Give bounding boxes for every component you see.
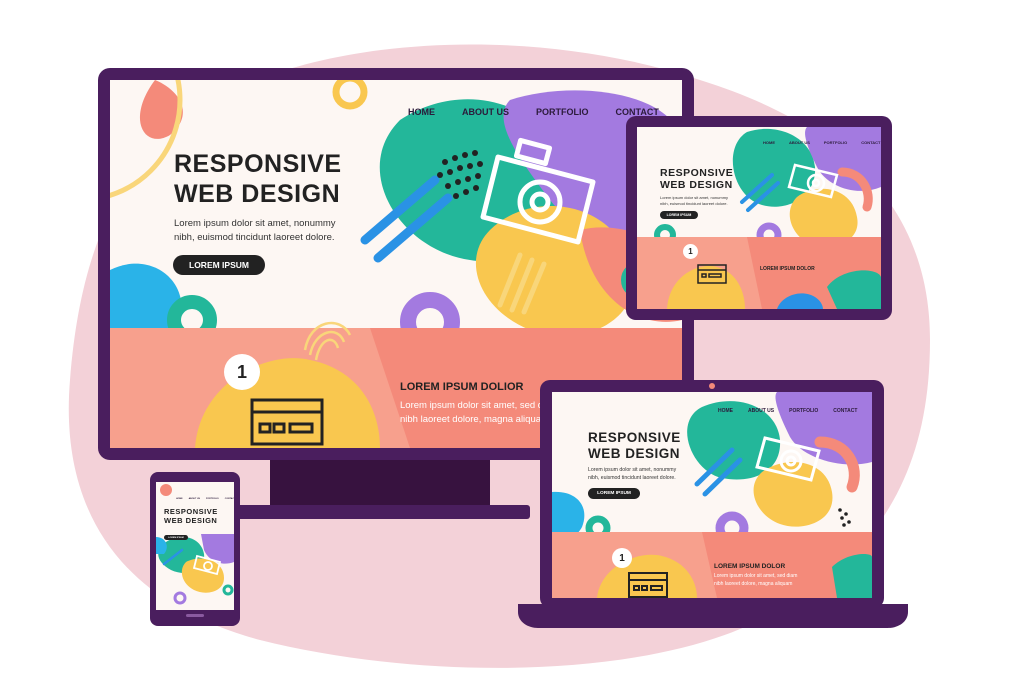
monitor-stand: [230, 455, 530, 519]
phone-hero-title-line2: WEB DESIGN: [164, 515, 218, 525]
laptop-base: [518, 604, 908, 628]
hero-title-line2: WEB DESIGN: [174, 179, 341, 208]
nav-about[interactable]: ABOUT US: [462, 107, 509, 117]
laptop-cta-button[interactable]: LOREM IPSUM: [588, 488, 640, 499]
tablet-hero-body-line1: Lorem ipsum dolor sit amet, nonummy: [660, 195, 729, 200]
phone-home-bar: [186, 614, 204, 617]
phone-nav-portfolio[interactable]: PORTFOLIO: [206, 498, 219, 500]
tablet-hero-title-line1: RESPONSIVE: [660, 167, 734, 179]
feature-text-line2: nibh laoreet dolore, magna aliquam: [400, 414, 549, 426]
phone-nav: HOME ABOUT US PORTFOLIO CONTACT: [176, 498, 234, 500]
laptop-step-badge: 1: [612, 548, 632, 568]
tablet-screen: HOME ABOUT US PORTFOLIO CONTACT RESPONSI…: [637, 127, 881, 309]
phone-screen: HOME ABOUT US PORTFOLIO CONTACT RESPONSI…: [156, 482, 234, 610]
tablet-credit-card-icon: [697, 264, 727, 284]
laptop-credit-card-icon: [628, 572, 668, 598]
monitor-nav: HOME ABOUT US PORTFOLIO CONTACT: [408, 107, 659, 117]
laptop-nav: HOME ABOUT US PORTFOLIO CONTACT: [718, 408, 857, 414]
tablet-nav-contact[interactable]: CONTACT: [861, 140, 880, 145]
laptop-hero-title-line2: WEB DESIGN: [588, 445, 681, 461]
laptop-feature-text-line2: nibh laoreet dolore, magna aliquam: [714, 580, 793, 587]
phone-hero-title: RESPONSIVE WEB DESIGN: [164, 507, 218, 526]
hero-title-line1: RESPONSIVE: [174, 150, 342, 178]
phone-decorations: [156, 484, 234, 605]
laptop-hero-title-line1: RESPONSIVE: [588, 430, 681, 445]
laptop-feature-text: Lorem ipsum dolor sit amet, sed diam nib…: [714, 573, 797, 588]
hero-title: RESPONSIVE WEB DESIGN: [174, 150, 342, 209]
tablet-nav-portfolio[interactable]: PORTFOLIO: [824, 140, 847, 145]
tablet-feature-title: LOREM IPSUM DOLOR: [760, 266, 815, 272]
phone-camera-icon: [192, 554, 222, 576]
laptop-feature-text-line1: Lorem ipsum dolor sit amet, sed diam: [714, 573, 798, 579]
nav-portfolio[interactable]: PORTFOLIO: [536, 107, 589, 117]
laptop-camera-icon: [755, 436, 821, 482]
phone-nav-about[interactable]: ABOUT US: [189, 498, 200, 500]
tablet-hero-body-line2: nibh, euismod tincidunt laoreet dolore.: [660, 200, 728, 206]
tablet-hero-title: RESPONSIVE WEB DESIGN: [660, 167, 733, 192]
tablet-hero-body: Lorem ipsum dolor sit amet, nonummy nibh…: [660, 195, 728, 207]
laptop-hero-body: Lorem ipsum dolor sit amet, nonummy nibh…: [588, 467, 676, 482]
tablet-cta-button[interactable]: LOREM IPSUM: [660, 211, 698, 219]
feature-text-line1: Lorem ipsum dolor sit amet, sed diam: [400, 400, 559, 411]
laptop-nav-portfolio[interactable]: PORTFOLIO: [789, 408, 818, 414]
laptop-feature-title: LOREM IPSUM DOLOR: [714, 563, 786, 570]
laptop-nav-contact[interactable]: CONTACT: [833, 408, 857, 414]
phone-cta-button[interactable]: LOREM IPSUM: [164, 535, 188, 540]
tablet-nav-home[interactable]: HOME: [763, 140, 775, 145]
tablet-hero-title-line2: WEB DESIGN: [660, 179, 733, 192]
illustration-stage: HOME ABOUT US PORTFOLIO CONTACT RESPONSI…: [0, 0, 1024, 683]
phone-nav-home[interactable]: HOME: [176, 498, 183, 500]
phone-nav-contact[interactable]: CONTACT: [225, 498, 234, 500]
credit-card-icon: [250, 398, 324, 446]
camera-icon: [480, 137, 596, 245]
nav-home[interactable]: HOME: [408, 107, 435, 117]
laptop-screen: HOME ABOUT US PORTFOLIO CONTACT RESPONSI…: [552, 392, 872, 598]
feature-step-badge: 1: [224, 354, 260, 390]
laptop-nav-home[interactable]: HOME: [718, 408, 733, 414]
hero-body-line2: nibh, euismod tincidunt laoreet dolore.: [174, 231, 335, 243]
feature-title: LOREM IPSUM DOLIOR: [400, 381, 524, 393]
laptop-hero-body-line2: nibh, euismod tincidunt laoreet dolore.: [588, 474, 676, 481]
hero-cta-button[interactable]: LOREM IPSUM: [173, 255, 265, 275]
feature-text: Lorem ipsum dolor sit amet, sed diam nib…: [400, 399, 558, 428]
tablet-camera-icon: [787, 163, 839, 199]
hero-body: Lorem ipsum dolor sit amet, nonummy nibh…: [174, 217, 336, 245]
laptop-camera-dot: [709, 383, 715, 389]
tablet-nav: HOME ABOUT US PORTFOLIO CONTACT: [763, 140, 881, 145]
tablet-step-badge: 1: [683, 244, 698, 259]
laptop-nav-about[interactable]: ABOUT US: [748, 408, 774, 414]
tablet-nav-about[interactable]: ABOUT US: [789, 140, 810, 145]
hero-body-line1: Lorem ipsum dolor sit amet, nonummy: [174, 218, 336, 229]
laptop-hero-body-line1: Lorem ipsum dolor sit amet, nonummy: [588, 467, 677, 473]
laptop-hero-title: RESPONSIVE WEB DESIGN: [588, 430, 681, 462]
